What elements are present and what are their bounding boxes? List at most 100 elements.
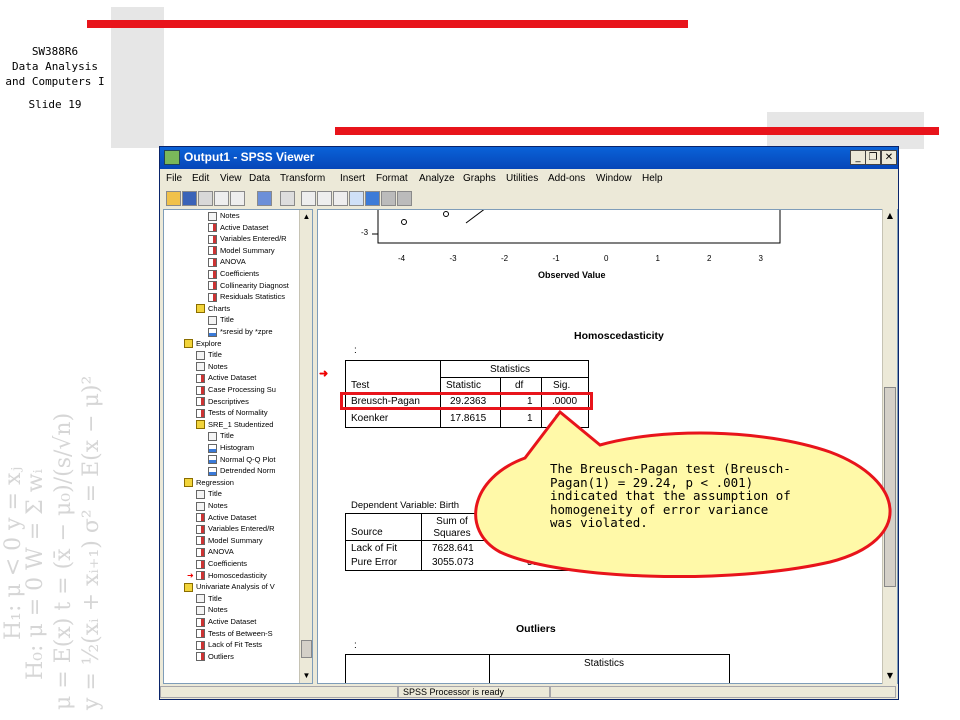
- outline-item[interactable]: Tests of Normality: [196, 408, 268, 419]
- go-to-data-icon[interactable]: [257, 191, 272, 206]
- export-icon[interactable]: [230, 191, 245, 206]
- outline-item[interactable]: Case Processing Su: [196, 385, 276, 396]
- outline-item[interactable]: SRE_1 Studentized: [196, 420, 273, 431]
- status-text: SPSS Processor is ready: [398, 686, 550, 698]
- print-preview-icon[interactable]: [214, 191, 229, 206]
- outline-item[interactable]: Active Dataset: [208, 223, 268, 234]
- window-titlebar[interactable]: Output1 - SPSS Viewer _ ❐ ✕: [160, 147, 898, 169]
- outline-item-label: Collinearity Diagnost: [220, 280, 289, 290]
- outline-item[interactable]: Univariate Analysis of V: [184, 582, 275, 593]
- menu-format[interactable]: Format: [376, 173, 408, 184]
- outline-item[interactable]: Explore: [184, 339, 221, 350]
- menu-graphs[interactable]: Graphs: [463, 173, 496, 184]
- output-pane[interactable]: -3 -4 -3 -2 -1 0 1 2 3 Observed Value Homosceda…: [317, 209, 898, 684]
- table-icon: [196, 513, 205, 523]
- outline-item[interactable]: Notes: [208, 211, 240, 222]
- menu-edit[interactable]: Edit: [192, 173, 209, 184]
- menu-window[interactable]: Window: [596, 173, 632, 184]
- course-line-1: SW388R6: [31, 45, 79, 58]
- row-pe-ss: 3055.073: [432, 557, 474, 568]
- close-button[interactable]: ✕: [881, 150, 897, 165]
- outline-item[interactable]: *sresid by *zpre: [208, 327, 273, 338]
- save-icon[interactable]: [182, 191, 197, 206]
- outline-item[interactable]: Model Summary: [196, 536, 263, 547]
- menu-addons[interactable]: Add-ons: [548, 173, 585, 184]
- outline-item[interactable]: Title: [196, 350, 222, 361]
- outline-item-label: *sresid by *zpre: [220, 327, 273, 336]
- scroll-down-icon[interactable]: ▼: [301, 670, 312, 681]
- col-sum-of-squares: Sum of Squares: [433, 516, 471, 539]
- outline-item[interactable]: Coefficients: [196, 559, 247, 570]
- outline-scrollbar[interactable]: ▲ ▼: [299, 210, 312, 683]
- outline-item[interactable]: Active Dataset: [196, 513, 256, 524]
- demote-icon[interactable]: [397, 191, 412, 206]
- outline-item[interactable]: Tests of Between-S: [196, 629, 273, 640]
- show-icon[interactable]: [365, 191, 380, 206]
- undo-icon[interactable]: [280, 191, 295, 206]
- outline-item-label: Title: [220, 315, 234, 325]
- outline-item[interactable]: Title: [196, 594, 222, 605]
- minimize-button[interactable]: _: [850, 150, 866, 165]
- outline-item[interactable]: Notes: [196, 362, 228, 373]
- select-icon[interactable]: [349, 191, 364, 206]
- outline-item[interactable]: Charts: [196, 304, 230, 315]
- insert-text-icon[interactable]: [333, 191, 348, 206]
- outline-item[interactable]: Detrended Norm: [208, 466, 275, 477]
- outline-item[interactable]: Residuals Statistics: [208, 292, 285, 303]
- row-pe-df: 59: [527, 557, 539, 568]
- menu-data[interactable]: Data: [249, 173, 270, 184]
- outline-item[interactable]: ANOVA: [196, 547, 234, 558]
- scroll-thumb[interactable]: [301, 640, 312, 658]
- outline-item[interactable]: Active Dataset: [196, 373, 256, 384]
- outline-item[interactable]: Lack of Fit Tests: [196, 640, 262, 651]
- menu-transform[interactable]: Transform: [280, 173, 325, 184]
- menu-insert[interactable]: Insert: [340, 173, 365, 184]
- outline-item[interactable]: Regression: [184, 478, 234, 489]
- outline-item[interactable]: Model Summary: [208, 246, 275, 257]
- insert-heading-icon[interactable]: [301, 191, 316, 206]
- outline-item-label: Normal Q-Q Plot: [220, 454, 276, 464]
- insert-title-icon[interactable]: [317, 191, 332, 206]
- outline-item-label: Active Dataset: [208, 617, 257, 626]
- outline-item[interactable]: Histogram: [208, 443, 254, 454]
- menu-analyze[interactable]: Analyze: [419, 173, 455, 184]
- decor-red-bar-top: [87, 20, 688, 28]
- outline-item[interactable]: Variables Entered/R: [208, 234, 287, 245]
- outliers-table[interactable]: Statistics: [345, 654, 730, 683]
- doc-icon: [196, 350, 205, 360]
- outline-item[interactable]: Active Dataset: [196, 617, 256, 628]
- outline-item[interactable]: Notes: [196, 605, 228, 616]
- output-scrollbar[interactable]: ▲ ▼: [882, 209, 897, 684]
- outline-item[interactable]: ➜ Homoscedasticity: [187, 571, 267, 582]
- outline-item[interactable]: Title: [208, 315, 234, 326]
- open-icon[interactable]: [166, 191, 181, 206]
- doc-icon: [196, 605, 205, 615]
- outline-item[interactable]: ANOVA: [208, 257, 246, 268]
- decor-red-bar-middle: [335, 127, 939, 135]
- outline-pane[interactable]: Notes Active Dataset Variables Entered/R Mo…: [163, 209, 313, 684]
- chart-icon: [208, 455, 217, 465]
- outline-item[interactable]: Descriptives: [196, 397, 249, 408]
- print-icon[interactable]: [198, 191, 213, 206]
- outline-item[interactable]: Normal Q-Q Plot: [208, 455, 275, 466]
- outline-item[interactable]: Notes: [196, 501, 228, 512]
- menu-file[interactable]: File: [166, 173, 182, 184]
- outline-item[interactable]: Coefficients: [208, 269, 259, 280]
- output-scroll-thumb[interactable]: [884, 387, 896, 587]
- outliers-group-header: Statistics: [584, 658, 625, 669]
- menu-utilities[interactable]: Utilities: [506, 173, 538, 184]
- outline-item[interactable]: Outliers: [196, 652, 234, 663]
- outline-item[interactable]: Variables Entered/R: [196, 524, 275, 535]
- outline-item-label: Title: [208, 489, 222, 499]
- restore-button[interactable]: ❐: [865, 150, 881, 165]
- outline-item[interactable]: Title: [196, 489, 222, 500]
- menu-view[interactable]: View: [220, 173, 242, 184]
- output-scroll-up-icon[interactable]: ▲: [884, 210, 896, 222]
- output-scroll-down-icon[interactable]: ▼: [884, 670, 896, 682]
- outline-item[interactable]: Title: [208, 431, 234, 442]
- scroll-up-icon[interactable]: ▲: [301, 211, 312, 222]
- hide-icon[interactable]: [381, 191, 396, 206]
- outline-item-label: Title: [208, 593, 222, 603]
- menu-help[interactable]: Help: [642, 173, 663, 184]
- outline-item[interactable]: Collinearity Diagnost: [208, 281, 289, 292]
